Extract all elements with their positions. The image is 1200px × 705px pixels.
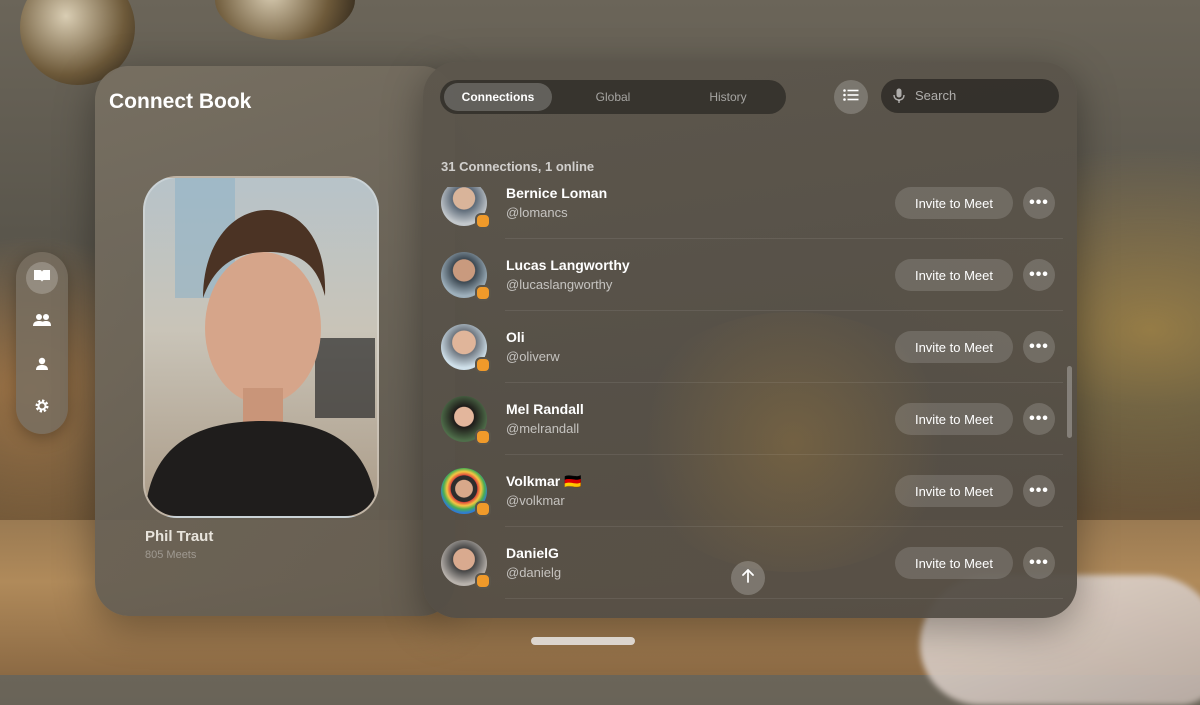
connections-list: Bernice Loman @lomancs Invite to Meet ••… — [423, 187, 1077, 617]
connections-window: Connections Global History Search 31 Con… — [423, 62, 1077, 618]
search-placeholder: Search — [915, 88, 957, 103]
sidebar-item-profile[interactable] — [26, 350, 58, 382]
tab-connections[interactable]: Connections — [444, 83, 552, 111]
scroll-to-top-button[interactable] — [731, 561, 765, 595]
microphone-icon[interactable] — [893, 88, 905, 109]
contact-handle: @melrandall — [506, 421, 580, 436]
connections-summary: 31 Connections, 1 online — [441, 159, 595, 174]
more-button[interactable]: ••• — [1023, 259, 1055, 291]
scrollbar[interactable] — [1067, 366, 1072, 438]
segmented-tabs: Connections Global History — [440, 80, 786, 114]
sidebar-ornament — [16, 252, 68, 434]
tab-global[interactable]: Global — [559, 83, 667, 111]
contact-name: Mel Randall — [506, 401, 584, 417]
arrow-up-icon — [742, 568, 754, 588]
list-view-button[interactable] — [834, 80, 868, 114]
contact-name: Bernice Loman — [506, 187, 608, 201]
window-grabber[interactable] — [531, 637, 635, 645]
list-item[interactable]: Mel Randall @melrandall Invite to Meet •… — [423, 383, 1077, 455]
app-title: Connect Book — [109, 90, 252, 113]
list-icon — [843, 88, 859, 106]
contact-name: Volkmar 🇩🇪 — [506, 473, 582, 489]
status-dot — [475, 285, 491, 301]
contact-name: DanielG — [506, 545, 559, 561]
profile-meets-count: 805 Meets — [145, 549, 197, 561]
contact-handle: @oliverw — [506, 349, 560, 364]
contact-name: Oli — [506, 329, 525, 345]
sidebar-item-book[interactable] — [26, 262, 58, 294]
tab-history[interactable]: History — [674, 83, 782, 111]
list-item[interactable]: Bernice Loman @lomancs Invite to Meet ••… — [423, 187, 1077, 239]
more-button[interactable]: ••• — [1023, 547, 1055, 579]
invite-to-meet-button[interactable]: Invite to Meet — [895, 547, 1013, 579]
status-dot — [475, 213, 491, 229]
profile-photo — [143, 176, 379, 518]
list-item[interactable]: Lucas Langworthy @lucaslangworthy Invite… — [423, 239, 1077, 311]
people-icon — [32, 313, 52, 332]
invite-to-meet-button[interactable]: Invite to Meet — [895, 331, 1013, 363]
invite-to-meet-button[interactable]: Invite to Meet — [895, 475, 1013, 507]
profile-window: Connect Book Phil Traut 805 Meets — [95, 66, 455, 616]
contact-handle: @lomancs — [506, 205, 568, 220]
pendant-lamp — [215, 0, 355, 40]
invite-to-meet-button[interactable]: Invite to Meet — [895, 187, 1013, 219]
contact-name: Lucas Langworthy — [506, 257, 630, 273]
book-icon — [33, 269, 51, 288]
more-button[interactable]: ••• — [1023, 475, 1055, 507]
more-button[interactable]: ••• — [1023, 403, 1055, 435]
contact-handle: @danielg — [506, 565, 562, 580]
invite-to-meet-button[interactable]: Invite to Meet — [895, 259, 1013, 291]
status-dot — [475, 573, 491, 589]
more-button[interactable]: ••• — [1023, 331, 1055, 363]
list-item[interactable]: Oli @oliverw Invite to Meet ••• — [423, 311, 1077, 383]
gear-icon — [34, 398, 50, 419]
status-dot — [475, 429, 491, 445]
invite-to-meet-button[interactable]: Invite to Meet — [895, 403, 1013, 435]
status-dot — [475, 357, 491, 373]
status-dot — [475, 501, 491, 517]
sidebar-item-settings[interactable] — [26, 392, 58, 424]
contact-handle: @volkmar — [506, 493, 565, 508]
profile-name: Phil Traut — [145, 528, 214, 545]
contact-handle: @lucaslangworthy — [506, 277, 613, 292]
search-field[interactable]: Search — [881, 79, 1059, 113]
sidebar-item-people[interactable] — [26, 306, 58, 338]
person-icon — [35, 357, 49, 376]
more-button[interactable]: ••• — [1023, 187, 1055, 219]
list-item[interactable]: Volkmar 🇩🇪 @volkmar Invite to Meet ••• — [423, 455, 1077, 527]
